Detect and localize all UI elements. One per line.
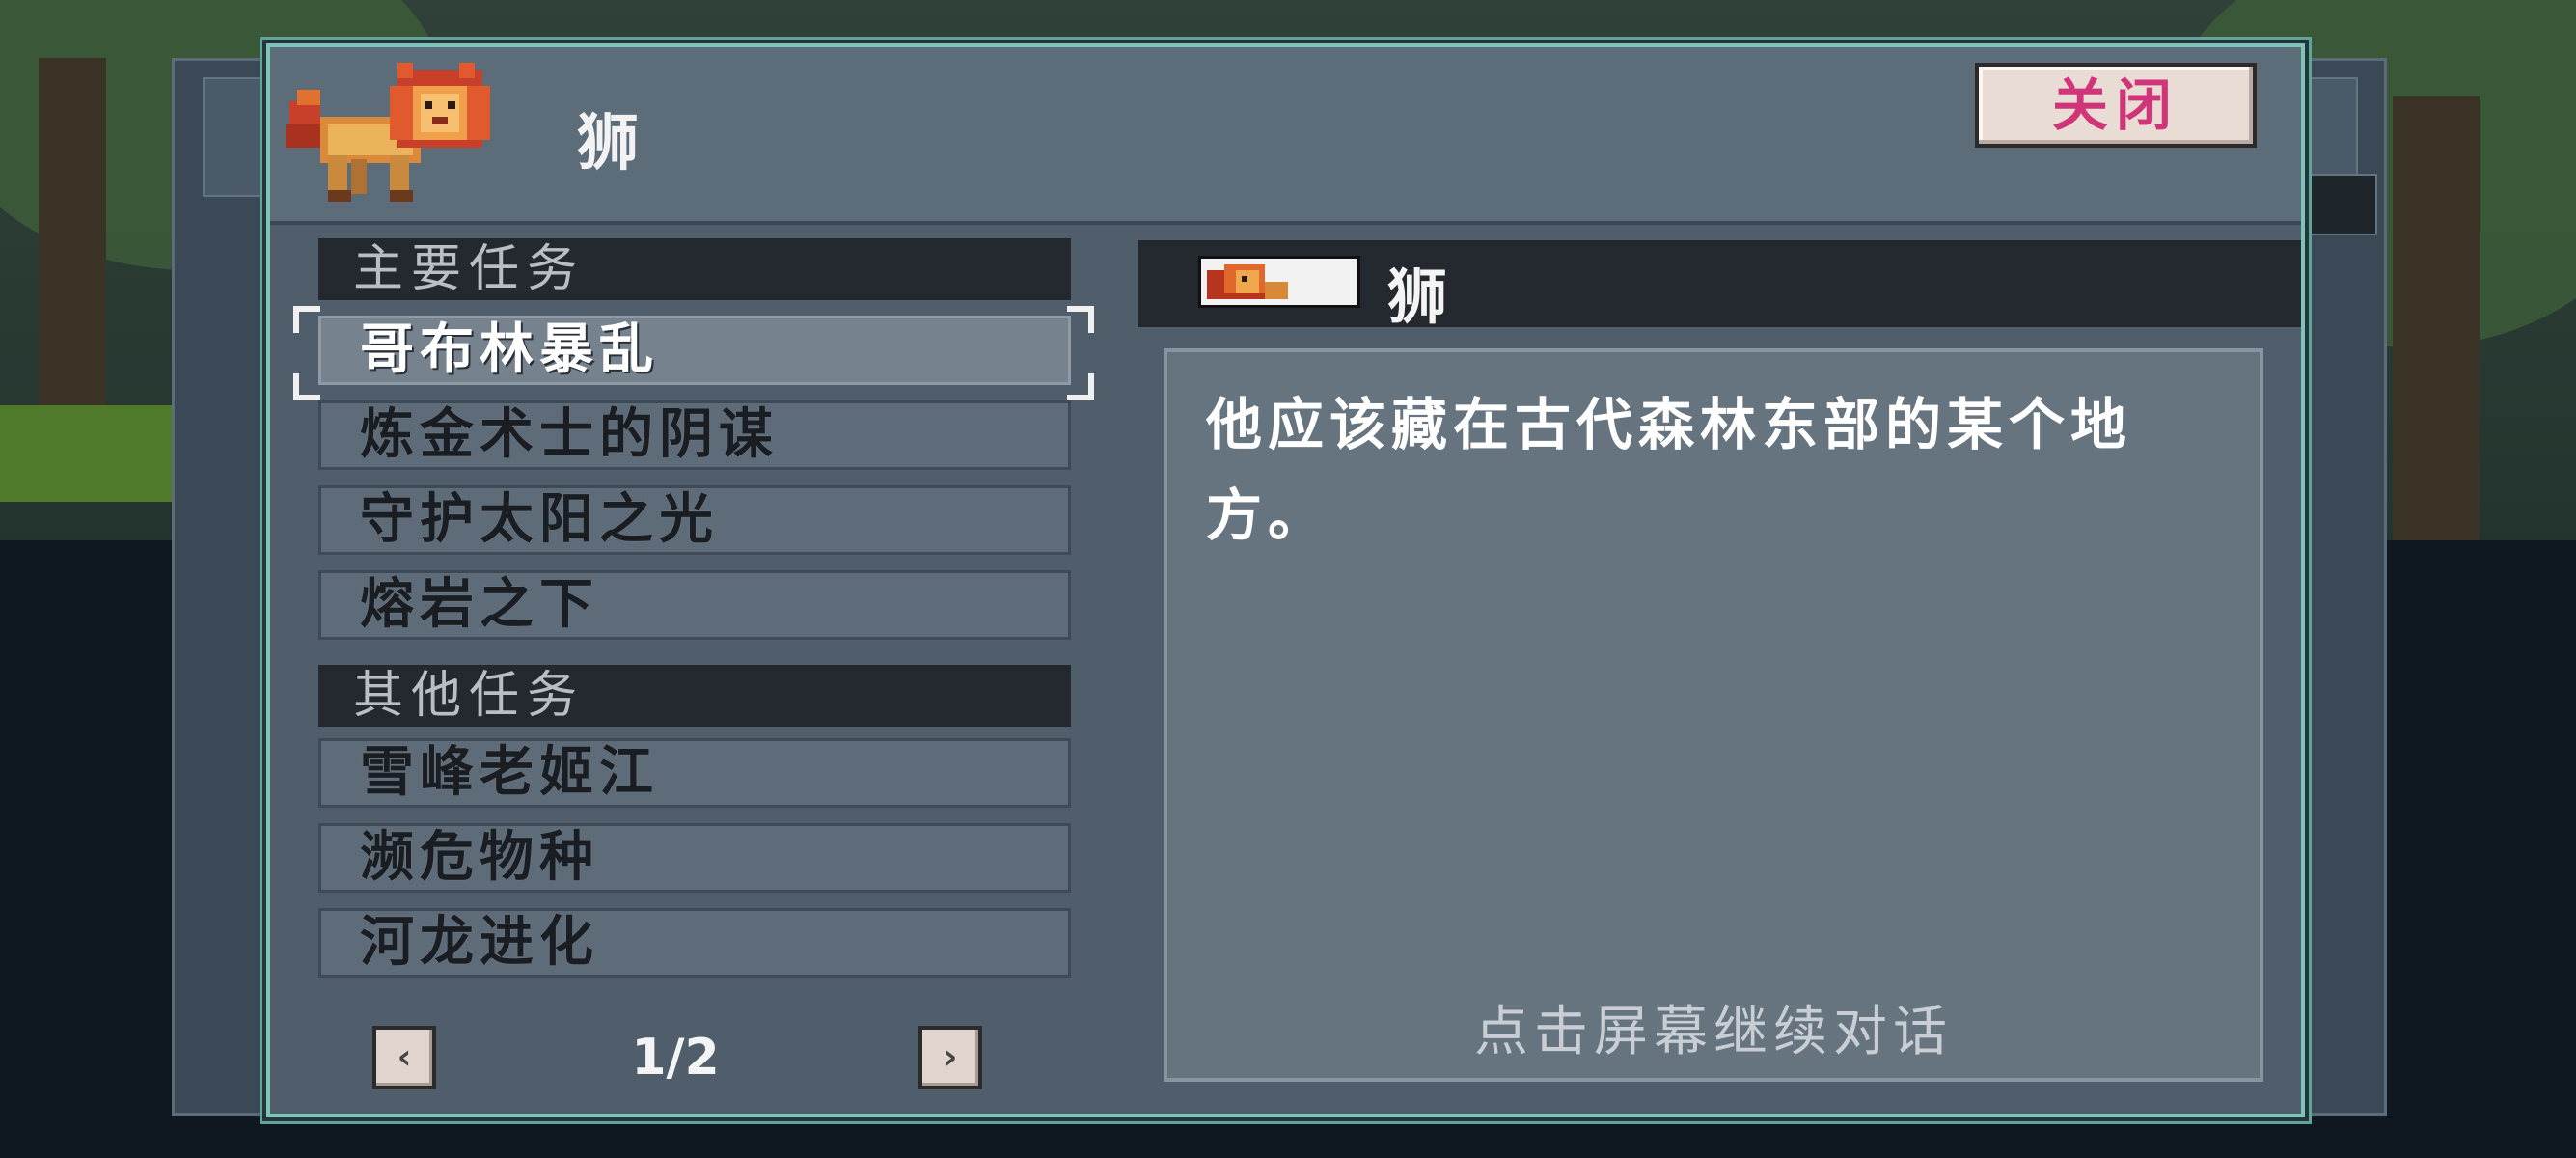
quest-dialog: 狮 关闭 主要任务 哥布林暴乱 炼金术士的阴谋 守护太阳之光 熔岩之下 其他任务… xyxy=(266,43,2305,1117)
detail-title-bar: 狮 xyxy=(1138,240,2301,332)
quest-item-alchemist-plot[interactable]: 炼金术士的阴谋 xyxy=(318,400,1071,470)
lion-portrait-icon xyxy=(286,63,490,202)
quest-item-river-dragon[interactable]: 河龙进化 xyxy=(318,908,1071,978)
page-indicator: 1/2 xyxy=(631,1029,720,1087)
quest-item-under-lava[interactable]: 熔岩之下 xyxy=(318,570,1071,640)
detail-npc-name: 狮 xyxy=(1387,262,1448,332)
dialog-header: 狮 关闭 xyxy=(270,47,2301,225)
close-button[interactable]: 关闭 xyxy=(1975,63,2257,148)
quest-item-goblin-riot[interactable]: 哥布林暴乱 xyxy=(318,316,1071,385)
prev-page-button[interactable]: ‹ xyxy=(372,1026,436,1089)
dialogue-text: 他应该藏在古代森林东部的某个地方。 xyxy=(1206,392,2133,548)
chevron-right-icon: › xyxy=(943,1037,958,1077)
main-quests-header: 主要任务 xyxy=(318,238,1071,300)
next-page-button[interactable]: › xyxy=(918,1026,982,1089)
dialogue-box[interactable]: 他应该藏在古代森林东部的某个地方。 点击屏幕继续对话 xyxy=(1164,348,2263,1082)
chevron-left-icon: ‹ xyxy=(397,1037,412,1077)
selection-corner xyxy=(293,373,320,400)
quest-item-guard-sunlight[interactable]: 守护太阳之光 xyxy=(318,485,1071,555)
quest-item-snow-peak[interactable]: 雪峰老姬江 xyxy=(318,738,1071,808)
npc-thumbnail xyxy=(1198,256,1360,308)
continue-hint: 点击屏幕继续对话 xyxy=(1474,1001,1953,1063)
quest-item-endangered-species[interactable]: 濒危物种 xyxy=(318,823,1071,893)
selection-corner xyxy=(1067,373,1094,400)
other-quests-header: 其他任务 xyxy=(318,665,1071,727)
selection-corner xyxy=(1067,306,1094,333)
npc-name: 狮 xyxy=(577,108,641,179)
selection-corner xyxy=(293,306,320,333)
